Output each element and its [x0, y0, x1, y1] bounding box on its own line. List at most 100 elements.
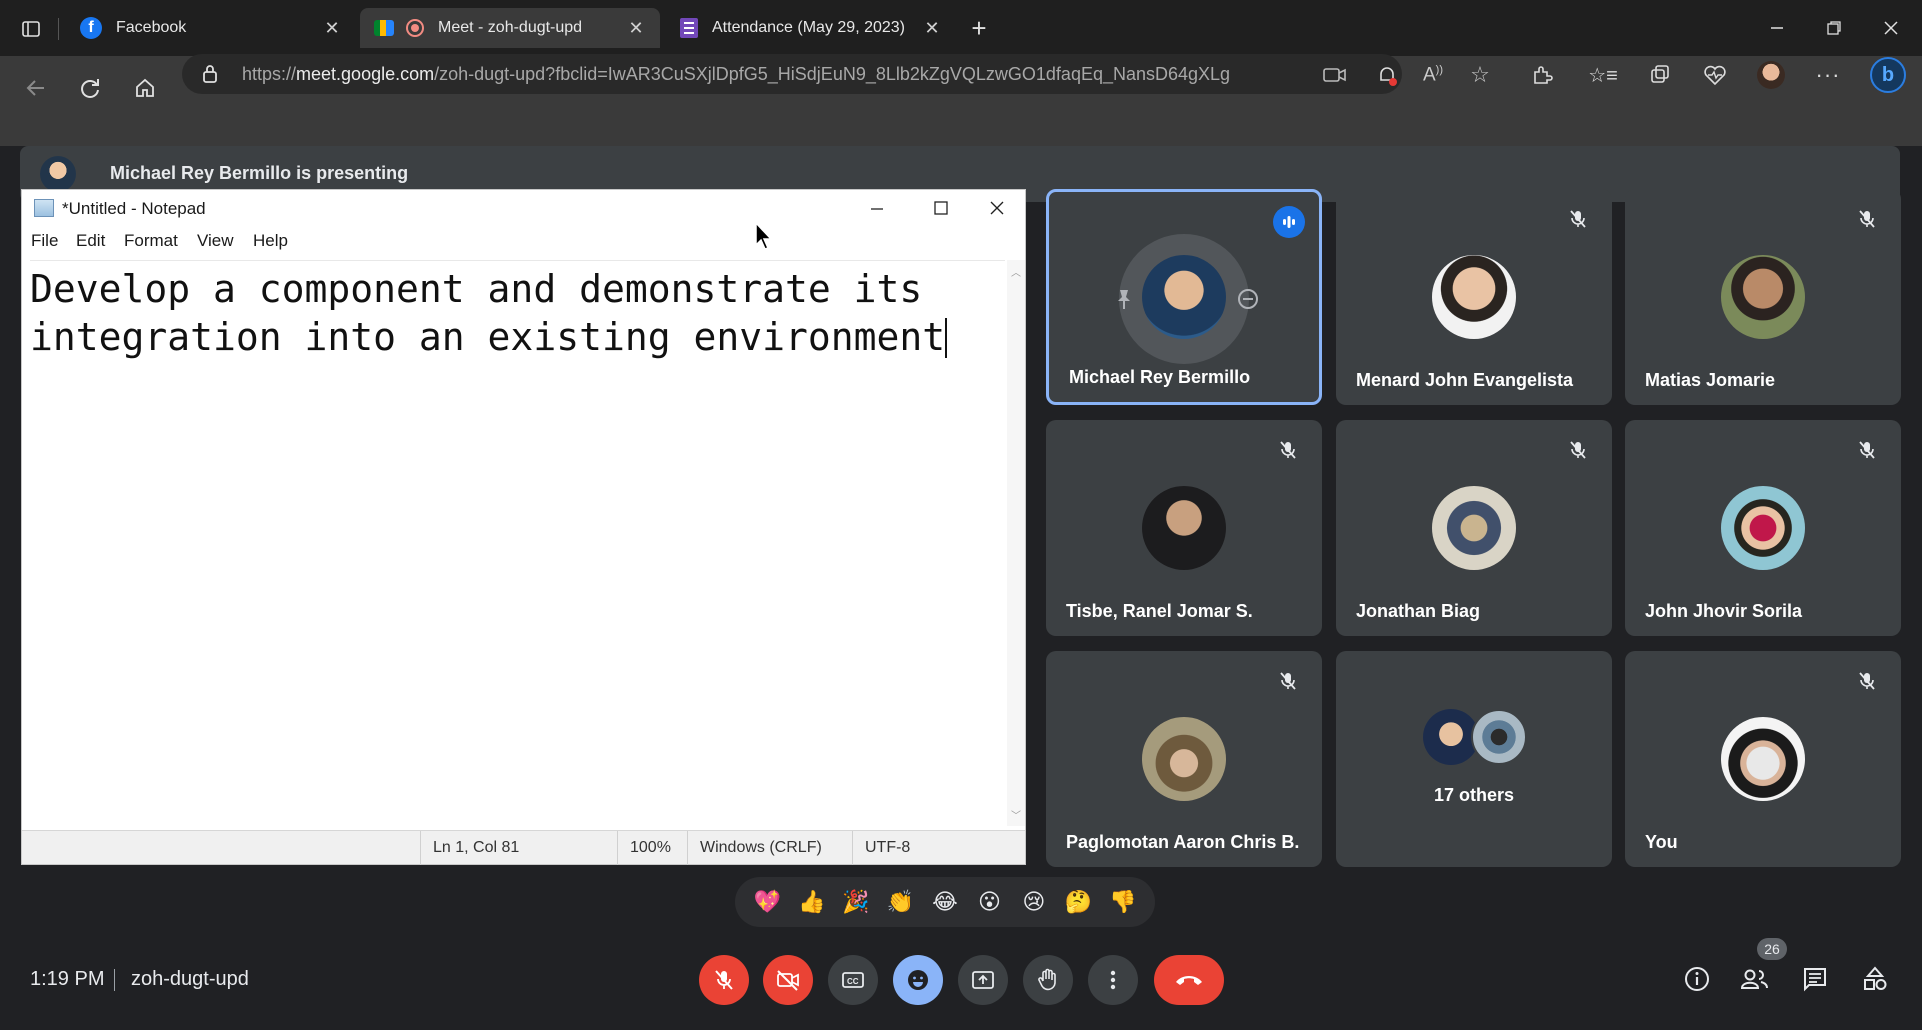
tab-facebook[interactable]: f Facebook ✕	[66, 8, 356, 48]
participant-tile[interactable]: Paglomotan Aaron Chris B.	[1046, 651, 1322, 867]
mic-off-icon	[1276, 438, 1300, 462]
present-screen-icon	[972, 971, 994, 989]
shared-screen-notepad: *Untitled - Notepad File Edit Format Vie…	[21, 189, 1026, 865]
participant-tile[interactable]: Tisbe, Ranel Jomar S.	[1046, 420, 1322, 636]
microphone-toggle-button[interactable]	[699, 955, 749, 1005]
lock-icon[interactable]	[202, 64, 218, 84]
tab-meet[interactable]: Meet - zoh-dugt-upd ✕	[360, 8, 660, 48]
participant-tile[interactable]: John Jhovir Sorila	[1625, 420, 1901, 636]
notepad-statusbar: Ln 1, Col 81 100% Windows (CRLF) UTF-8	[22, 830, 1027, 865]
status-encoding: UTF-8	[852, 831, 1027, 865]
activities-button[interactable]	[1857, 961, 1893, 997]
recording-icon	[406, 19, 424, 37]
close-icon	[977, 194, 1017, 222]
read-aloud-icon[interactable]: A))	[1418, 60, 1448, 90]
meeting-time: 1:19 PM	[30, 968, 105, 990]
address-bar[interactable]: https://meet.google.com/zoh-dugt-upd?fbc…	[182, 54, 1402, 94]
pin-icon[interactable]	[1115, 288, 1133, 310]
reaction-surprised[interactable]: 😮	[971, 884, 1007, 920]
reaction-party-popper[interactable]: 🎉	[838, 884, 874, 920]
reaction-thumbs-down[interactable]: 👎	[1105, 884, 1141, 920]
close-tab-icon[interactable]: ✕	[626, 18, 646, 38]
svg-text:CC: CC	[847, 977, 859, 986]
divider	[114, 969, 115, 991]
refresh-icon[interactable]	[74, 72, 106, 104]
participant-avatar	[1471, 709, 1527, 765]
participant-tile[interactable]: Matias Jomarie	[1625, 189, 1901, 405]
others-tile[interactable]: 17 others	[1336, 651, 1612, 867]
more-options-icon[interactable]: ···	[1813, 60, 1843, 90]
facebook-icon: f	[80, 17, 102, 39]
people-button[interactable]	[1737, 961, 1773, 997]
more-options-button[interactable]	[1088, 955, 1138, 1005]
present-screen-button[interactable]	[958, 955, 1008, 1005]
meet-page: Michael Rey Bermillo is presenting *Unti…	[0, 146, 1922, 1030]
scroll-down-icon: ﹀	[1011, 811, 1021, 822]
reaction-clapping[interactable]: 👏	[883, 884, 919, 920]
notepad-text-area: Develop a component and demonstrate its …	[30, 260, 1005, 810]
mic-off-icon	[1566, 207, 1590, 231]
notepad-titlebar: *Untitled - Notepad	[22, 190, 1025, 226]
favorites-icon[interactable]: ☆≡	[1588, 60, 1618, 90]
participant-name: John Jhovir Sorila	[1645, 601, 1803, 621]
emoji-smile-icon	[908, 970, 928, 990]
notifications-blocked-icon[interactable]	[1372, 60, 1402, 90]
close-tab-icon[interactable]: ✕	[322, 18, 342, 38]
profile-avatar[interactable]	[1756, 60, 1786, 90]
participant-tile[interactable]: Michael Rey Bermillo	[1046, 189, 1322, 405]
close-window-icon[interactable]	[1877, 14, 1905, 42]
reaction-sparkling-heart[interactable]: 💖	[749, 884, 785, 920]
participant-tile[interactable]: Menard John Evangelista	[1336, 189, 1612, 405]
status-position: Ln 1, Col 81	[420, 831, 617, 865]
captions-button[interactable]: CC	[828, 955, 878, 1005]
raise-hand-button[interactable]	[1023, 955, 1073, 1005]
participant-tile[interactable]: Jonathan Biag	[1336, 420, 1612, 636]
minimize-window-icon[interactable]	[1763, 14, 1791, 42]
tab-actions-icon[interactable]	[18, 16, 44, 42]
bing-chat-icon[interactable]: b	[1868, 55, 1908, 95]
url-text: https://meet.google.com/zoh-dugt-upd?fbc…	[242, 64, 1231, 84]
close-tab-icon[interactable]: ✕	[922, 18, 942, 38]
add-favorite-icon[interactable]: ☆	[1465, 60, 1495, 90]
text-line-2: integration into an existing environment	[30, 315, 946, 359]
participant-avatar	[1142, 717, 1226, 801]
reaction-thinking[interactable]: 🤔	[1060, 884, 1096, 920]
mic-off-icon	[1855, 207, 1879, 231]
tab-title: Attendance (May 29, 2023)	[712, 19, 906, 36]
reactions-button[interactable]	[893, 955, 943, 1005]
reaction-laughing[interactable]: 😂	[927, 884, 963, 920]
others-count-label: 17 others	[1433, 785, 1515, 805]
notepad-menubar: File Edit Format View Help	[22, 226, 1025, 254]
browser-tab-bar: f Facebook ✕ Meet - zoh-dugt-upd ✕ Atten…	[0, 0, 1922, 56]
leave-call-button[interactable]	[1154, 955, 1224, 1005]
restore-window-icon[interactable]	[1820, 14, 1848, 42]
home-icon[interactable]	[129, 72, 161, 104]
participant-avatar	[1721, 717, 1805, 801]
browser-essentials-icon[interactable]	[1700, 60, 1730, 90]
mouse-cursor-icon	[755, 222, 773, 250]
new-tab-icon[interactable]: +	[965, 13, 993, 43]
reactions-bar: 💖 👍 🎉 👏 😂 😮 😢 🤔 👎	[735, 877, 1155, 927]
mic-off-icon	[1855, 438, 1879, 462]
self-tile[interactable]: You	[1625, 651, 1901, 867]
menu-view: View	[197, 231, 234, 250]
reaction-crying[interactable]: 😢	[1016, 884, 1052, 920]
chat-icon	[1804, 968, 1826, 992]
mic-off-icon	[1566, 438, 1590, 462]
participant-name: You	[1645, 832, 1678, 852]
camera-in-use-icon[interactable]	[1320, 60, 1350, 90]
speaking-indicator-icon	[1273, 206, 1305, 238]
participant-name: Tisbe, Ranel Jomar S.	[1066, 601, 1253, 621]
collections-icon[interactable]	[1645, 60, 1675, 90]
meeting-details-button[interactable]	[1679, 961, 1715, 997]
reaction-thumbs-up[interactable]: 👍	[794, 884, 830, 920]
end-call-icon	[1176, 976, 1202, 985]
menu-edit: Edit	[76, 231, 106, 250]
chat-button[interactable]	[1797, 961, 1833, 997]
camera-toggle-button[interactable]	[763, 955, 813, 1005]
participant-avatar	[1142, 255, 1226, 339]
extensions-icon[interactable]	[1527, 60, 1557, 90]
remove-from-call-icon[interactable]	[1237, 288, 1259, 310]
tab-attendance[interactable]: Attendance (May 29, 2023) ✕	[666, 8, 956, 48]
back-icon[interactable]	[20, 72, 52, 104]
